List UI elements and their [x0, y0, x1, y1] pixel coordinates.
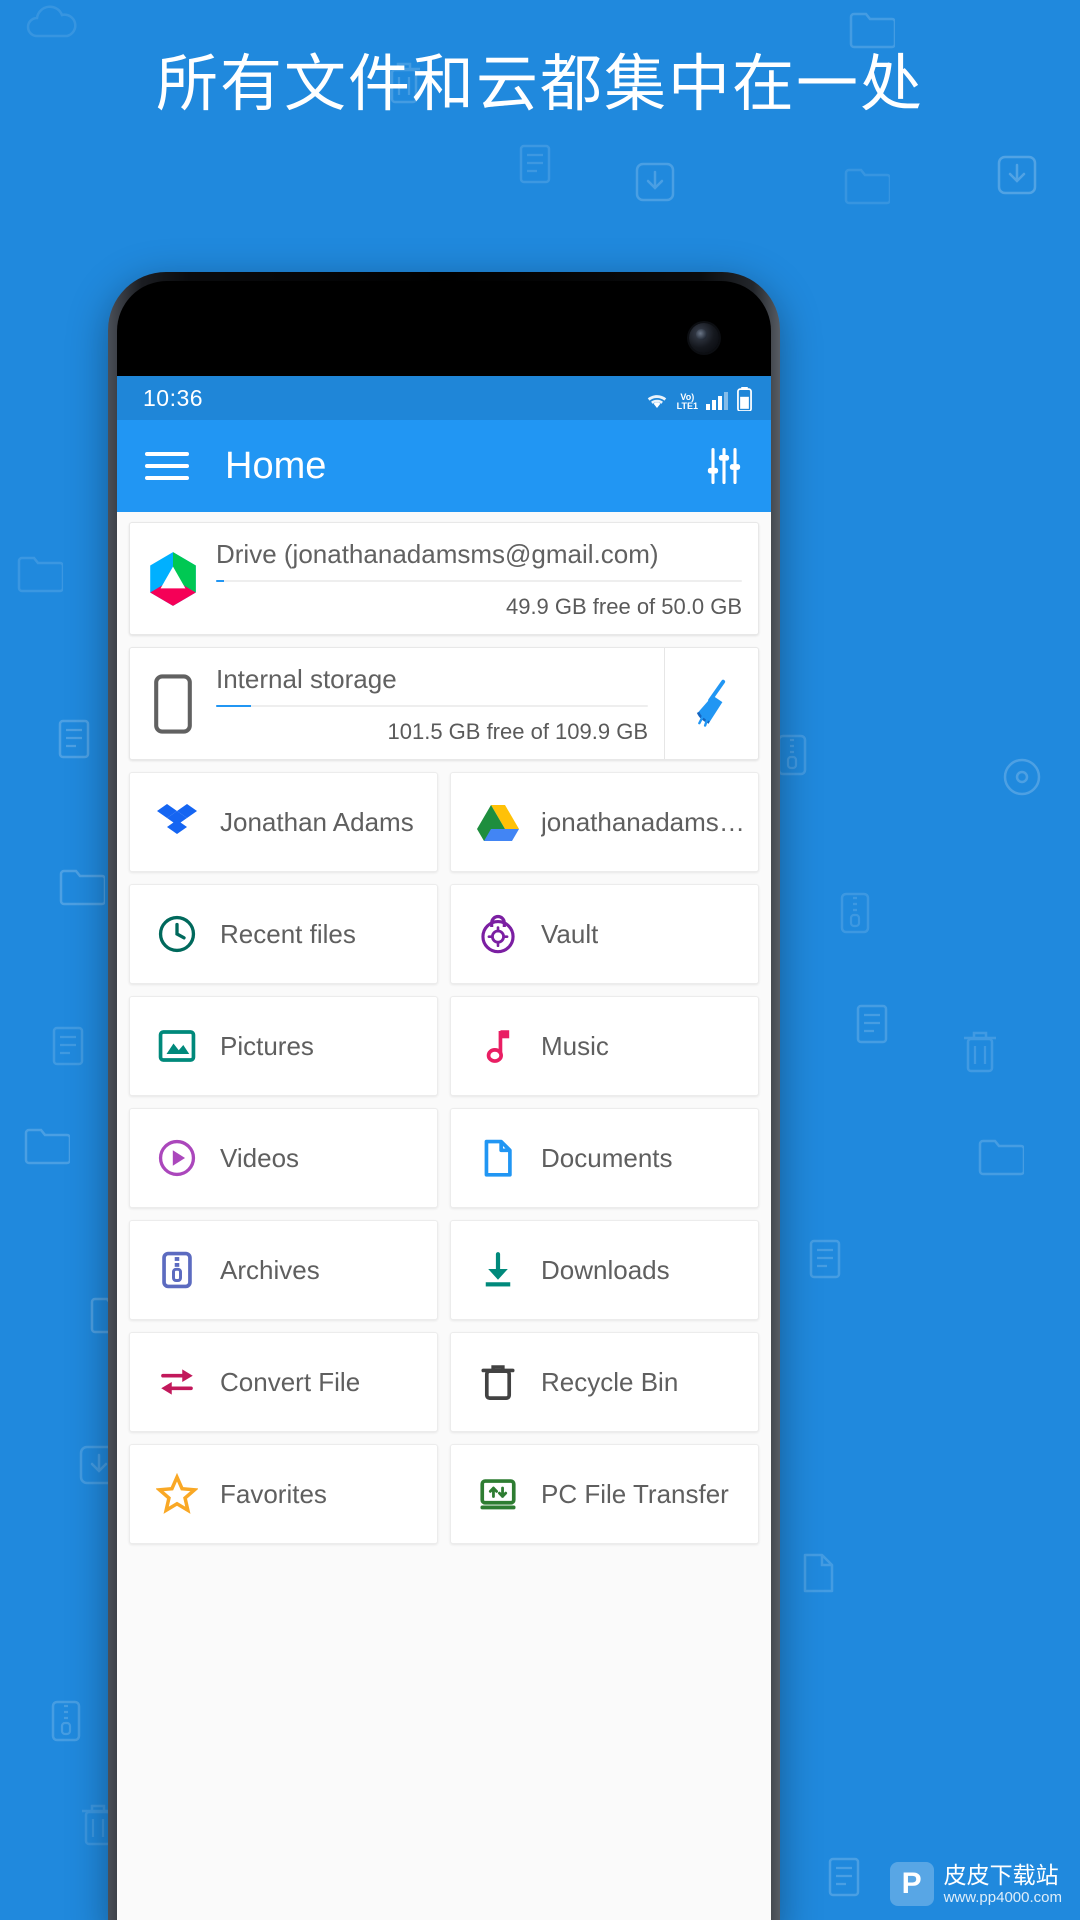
tile-documents[interactable]: Documents [450, 1108, 759, 1208]
tune-filter-icon[interactable] [701, 443, 747, 489]
app-bar: Home [117, 420, 771, 512]
wallpaper-note-icon [827, 1856, 861, 1898]
phone-screen: 10:36 Vo) LTE1 Home Drive (jonathanadams… [117, 376, 771, 1920]
tile-recent-files[interactable]: Recent files [129, 884, 438, 984]
home-content: Drive (jonathanadamsms@gmail.com) 49.9 G… [117, 512, 771, 1920]
storage-row-internal[interactable]: Internal storage 101.5 GB free of 109.9 … [129, 647, 759, 760]
storage-title: Drive (jonathanadamsms@gmail.com) [216, 539, 659, 569]
storage-subtitle: 101.5 GB free of 109.9 GB [387, 719, 649, 744]
tile-convert-file[interactable]: Convert File [129, 1332, 438, 1432]
document-icon [475, 1137, 521, 1179]
tile-label: Videos [220, 1142, 300, 1173]
shortcut-grid: Jonathan Adams jonathanadamsms@... [129, 772, 759, 1544]
tile-label: Jonathan Adams [220, 806, 414, 837]
wallpaper-zip-icon [50, 1700, 82, 1742]
storage-progress-bar [216, 580, 742, 582]
wallpaper-folder-icon [844, 167, 890, 205]
image-icon [154, 1025, 200, 1067]
page-title: Home [225, 444, 327, 487]
trash-icon [475, 1361, 521, 1403]
promo-screenshot: 所有文件和云都集中在一处 10:36 Vo) LTE1 Home Drive (… [0, 0, 1080, 1920]
tile-vault[interactable]: Vault [450, 884, 759, 984]
wifi-icon [644, 391, 670, 411]
tile-label: Convert File [220, 1366, 361, 1397]
tile-label: Downloads [541, 1254, 670, 1285]
tile-videos[interactable]: Videos [129, 1108, 438, 1208]
tile-google-drive-account[interactable]: jonathanadamsms@... [450, 772, 759, 872]
download-icon [475, 1249, 521, 1291]
wallpaper-note-icon [57, 718, 91, 760]
wallpaper-zip-icon [776, 734, 808, 776]
watermark-url: www.pp4000.com [943, 1888, 1062, 1906]
wallpaper-note-icon [808, 1238, 842, 1280]
tile-pictures[interactable]: Pictures [129, 996, 438, 1096]
tile-label: Recent files [220, 918, 356, 949]
tile-pc-file-transfer[interactable]: PC File Transfer [450, 1444, 759, 1544]
wallpaper-folder-icon [849, 11, 895, 49]
status-bar: 10:36 Vo) LTE1 [117, 376, 771, 420]
archive-zip-icon [154, 1249, 200, 1291]
battery-icon [736, 387, 753, 411]
music-note-icon [475, 1025, 521, 1067]
clock-icon [154, 913, 200, 955]
wallpaper-folder-icon [59, 868, 105, 906]
phone-bezel: 10:36 Vo) LTE1 Home Drive (jonathanadams… [117, 281, 771, 1920]
watermark-title: 皮皮下载站 [943, 1862, 1059, 1889]
tile-music[interactable]: Music [450, 996, 759, 1096]
tile-favorites[interactable]: Favorites [129, 1444, 438, 1544]
storage-title: Internal storage [216, 664, 397, 694]
tile-label: PC File Transfer [541, 1478, 729, 1509]
tile-archives[interactable]: Archives [129, 1220, 438, 1320]
tile-label: jonathanadamsms@... [541, 806, 758, 837]
tile-downloads[interactable]: Downloads [450, 1220, 759, 1320]
google-drive-hex-icon [130, 523, 216, 634]
dropbox-icon [154, 802, 200, 842]
phone-mockup: 10:36 Vo) LTE1 Home Drive (jonathanadams… [108, 272, 780, 1920]
tile-label: Documents [541, 1142, 673, 1173]
storage-subtitle: 49.9 GB free of 50.0 GB [505, 594, 742, 619]
star-icon [154, 1473, 200, 1515]
wallpaper-note-icon [518, 143, 552, 185]
wallpaper-trash-icon [961, 1030, 999, 1074]
wallpaper-note-icon [855, 1003, 889, 1045]
storage-progress-bar [216, 705, 648, 707]
hamburger-menu-icon[interactable] [145, 444, 189, 488]
wallpaper-dl-icon [997, 155, 1037, 195]
front-camera-icon [689, 323, 719, 353]
wallpaper-cloud-icon [23, 4, 81, 42]
convert-arrows-icon [154, 1361, 200, 1403]
site-watermark: P 皮皮下载站 www.pp4000.com [889, 1862, 1062, 1906]
wallpaper-zip-icon [839, 892, 871, 934]
wallpaper-folder-icon [24, 1127, 70, 1165]
wallpaper-doc-icon [801, 1552, 835, 1594]
volte-icon: Vo) LTE1 [677, 393, 698, 411]
storage-row-drive[interactable]: Drive (jonathanadamsms@gmail.com) 49.9 G… [129, 522, 759, 635]
tile-label: Recycle Bin [541, 1366, 679, 1397]
tile-label: Favorites [220, 1478, 327, 1509]
play-circle-icon [154, 1137, 200, 1179]
status-clock: 10:36 [143, 384, 204, 411]
wallpaper-note-icon [51, 1025, 85, 1067]
watermark-logo: P [889, 1862, 934, 1906]
signal-icon [705, 391, 729, 411]
volte-label-bottom: LTE1 [676, 401, 698, 411]
promo-headline: 所有文件和云都集中在一处 [155, 50, 924, 119]
wallpaper-folder-icon [978, 1138, 1024, 1176]
pc-transfer-icon [475, 1473, 521, 1515]
tile-jonathan-adams[interactable]: Jonathan Adams [129, 772, 438, 872]
wallpaper-disc-icon [1002, 757, 1042, 797]
tile-recycle-bin[interactable]: Recycle Bin [450, 1332, 759, 1432]
broom-clean-icon[interactable] [664, 648, 758, 759]
vault-lock-icon [475, 913, 521, 955]
wallpaper-folder-icon [17, 555, 63, 593]
tile-label: Vault [541, 918, 599, 949]
status-icon-group: Vo) LTE1 [644, 385, 753, 411]
wallpaper-dl-icon [635, 162, 675, 202]
tile-label: Pictures [220, 1030, 314, 1061]
phone-storage-icon [130, 648, 216, 759]
tile-label: Archives [220, 1254, 320, 1285]
tile-label: Music [541, 1030, 609, 1061]
google-drive-icon [475, 803, 521, 841]
